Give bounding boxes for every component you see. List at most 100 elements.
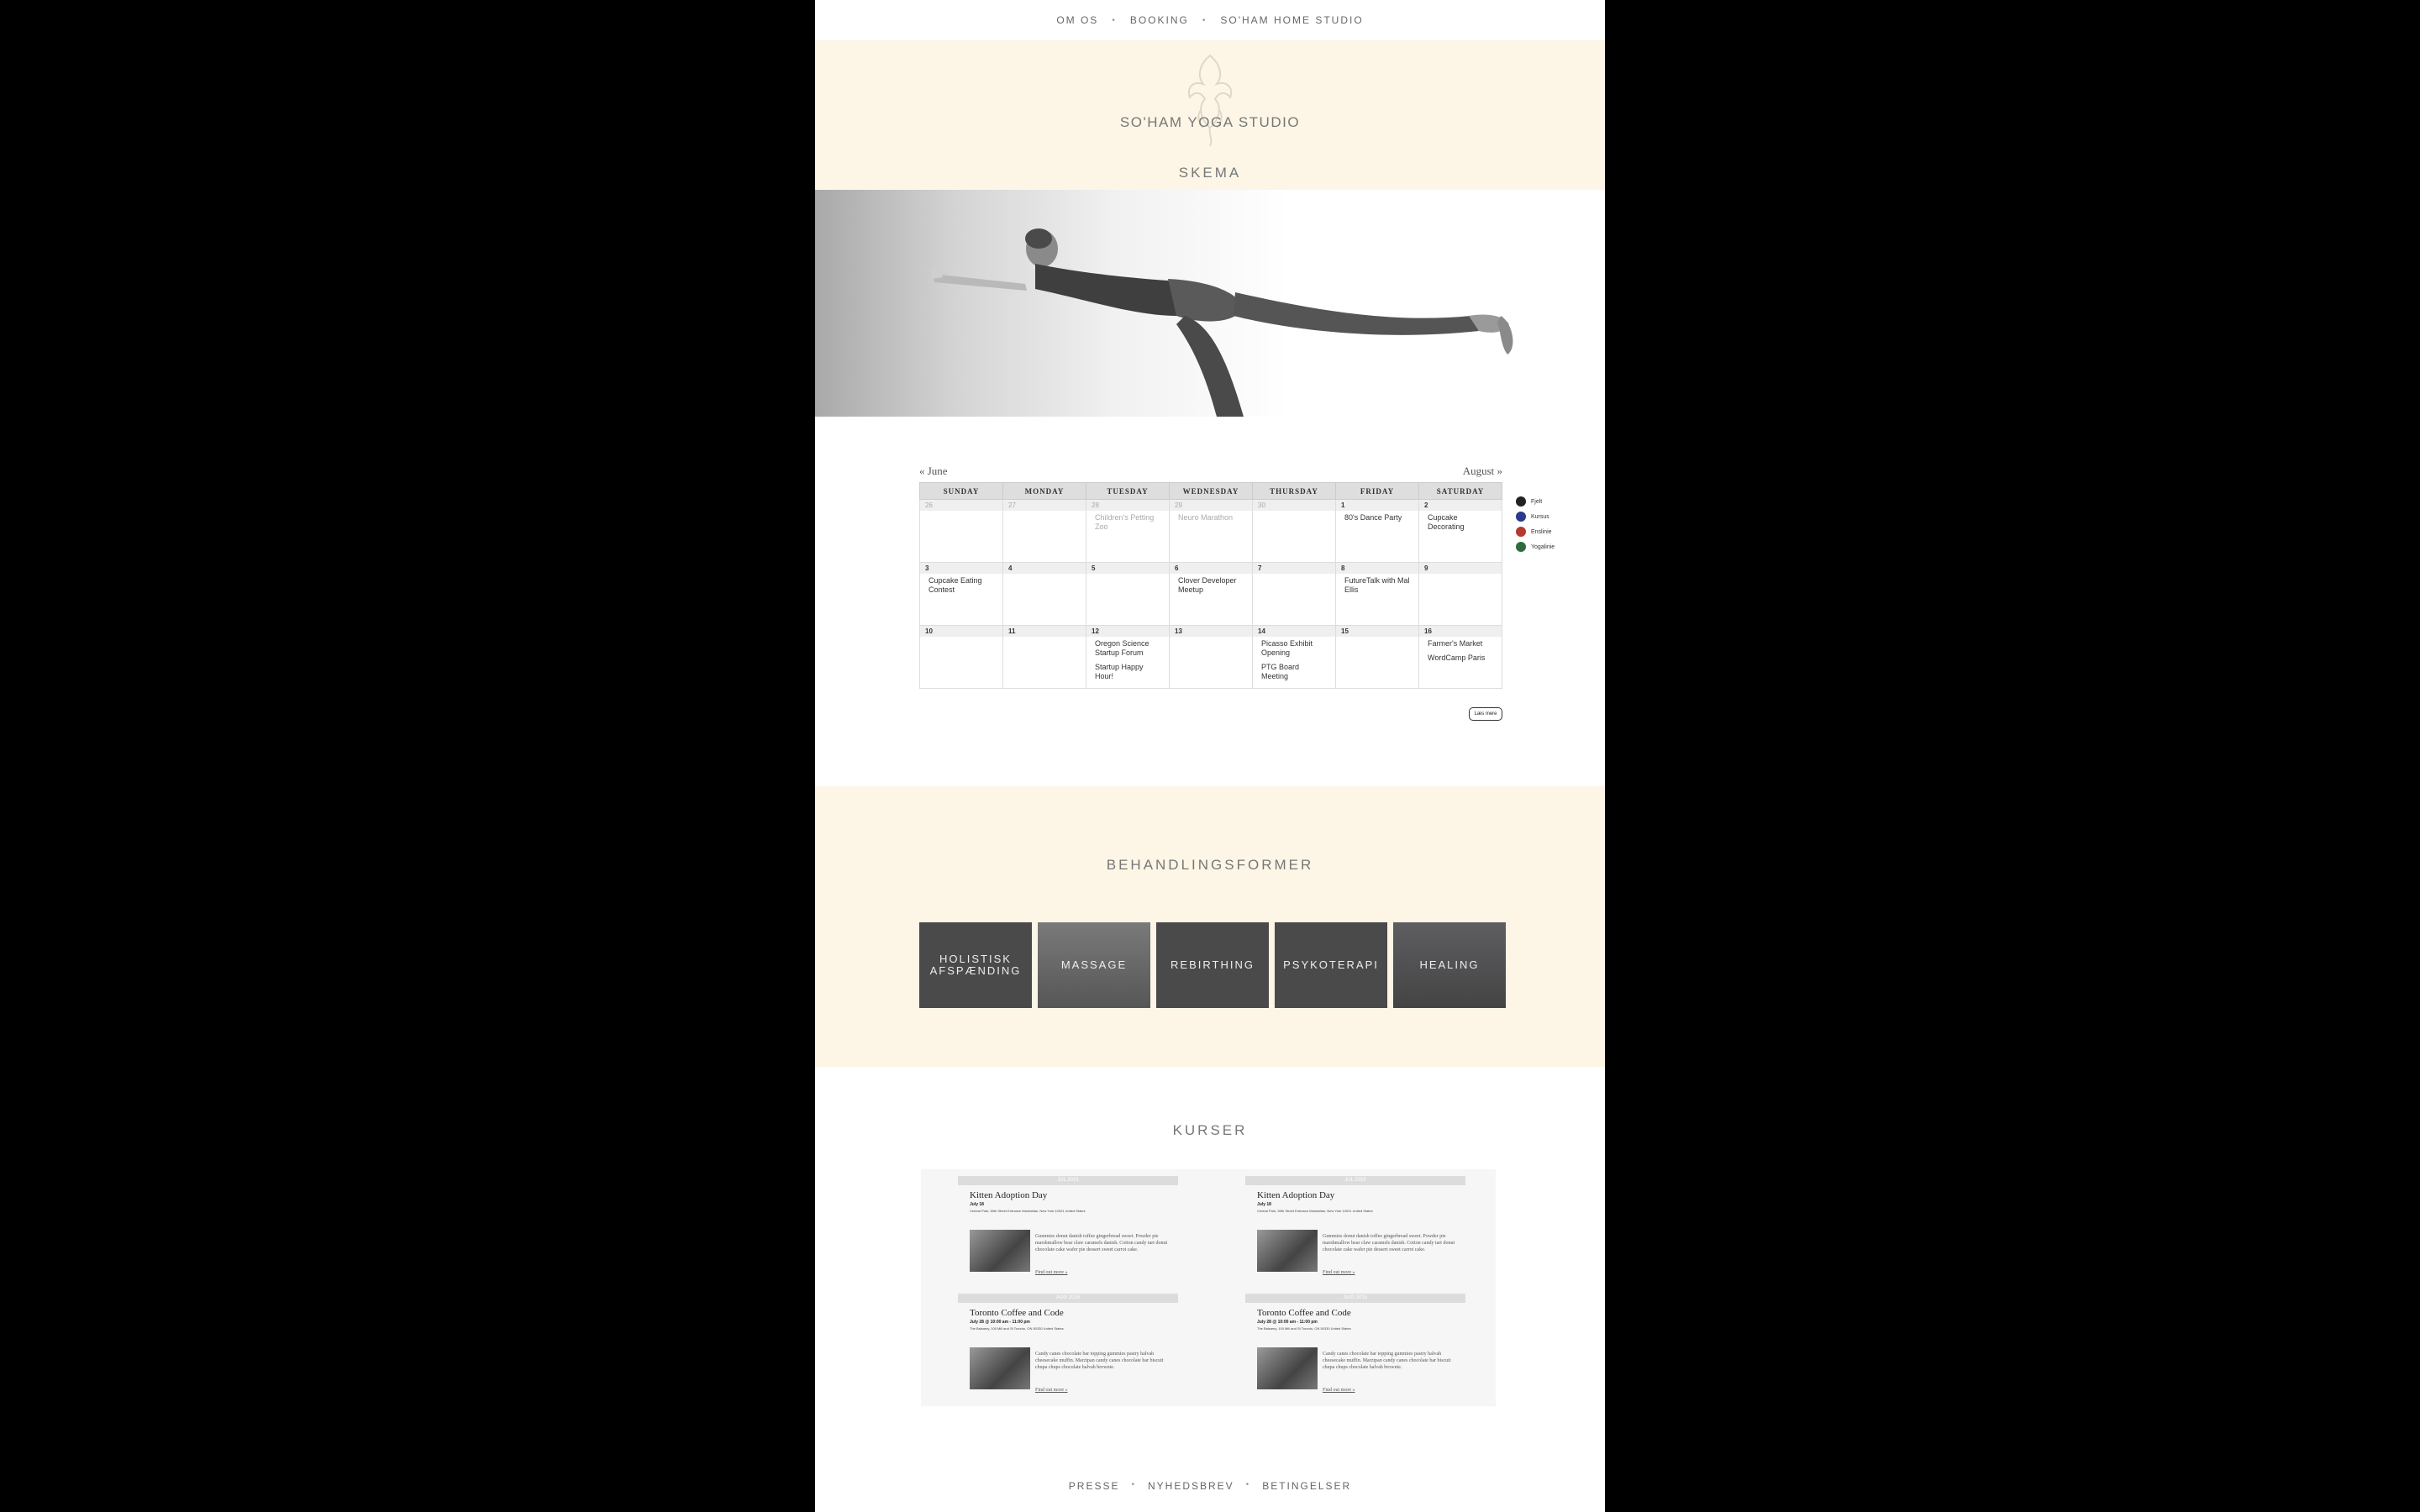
calendar-day-cell[interactable]: 15 [1335, 625, 1419, 689]
day-number: 4 [1003, 563, 1086, 574]
day-number: 9 [1419, 563, 1502, 574]
calendar-day-cell[interactable]: 10 [919, 625, 1003, 689]
course-address: Central Park, 59th Street Entrance Manha… [970, 1209, 1086, 1213]
footer-nav: PRESSE • NYHEDSBREV • BETINGELSER [815, 1480, 1605, 1492]
treatments-section: BEHANDLINGSFORMER HOLISTISK AFSPÆNDING M… [815, 786, 1605, 1067]
weekday-header: MONDAY [1002, 482, 1086, 500]
day-number: 5 [1086, 563, 1169, 574]
calendar-day-cell[interactable]: 28 Children's Petting Zoo [1086, 499, 1170, 563]
calendar-day-cell[interactable]: 2 Cupcake Decorating [1418, 499, 1502, 563]
course-description: Gummies donut danish toffee gingerbread … [1323, 1234, 1455, 1252]
footer-separator: • [1131, 1480, 1136, 1489]
course-month-bar: JUL 2015 [958, 1176, 1178, 1185]
legend-label: Yogalinie [1531, 543, 1555, 550]
course-month-bar: AUG 2015 [958, 1294, 1178, 1303]
calendar-event-link[interactable]: Startup Happy Hour! [1086, 660, 1169, 684]
course-card: AUG 2015 Toronto Coffee and Code July 28 @… [958, 1294, 1178, 1406]
section-title-skema: SKEMA [1178, 165, 1242, 181]
calendar-day-cell[interactable]: 11 [1002, 625, 1086, 689]
calendar-day-cell[interactable]: 1 80's Dance Party [1335, 499, 1419, 563]
hero-banner [815, 190, 1605, 417]
nav-home-studio[interactable]: SO'HAM HOME STUDIO [1220, 14, 1363, 26]
course-title-link[interactable]: Kitten Adoption Day [970, 1190, 1178, 1200]
day-number: 6 [1170, 563, 1252, 574]
event-calendar: « June August » SUNDAY MONDAY TUESDAY WEDNE… [919, 460, 1502, 689]
tile-massage[interactable]: MASSAGE [1038, 922, 1150, 1008]
course-image[interactable] [1257, 1230, 1318, 1272]
courses-list: JUL 2015 Kitten Adoption Day July 18 Centra… [921, 1169, 1496, 1406]
tile-holistisk-afspaending[interactable]: HOLISTISK AFSPÆNDING [919, 922, 1032, 1008]
calendar-event-link[interactable]: Farmer's Market [1419, 637, 1502, 651]
nav-booking[interactable]: BOOKING [1130, 14, 1189, 26]
footer-presse[interactable]: PRESSE [1069, 1480, 1120, 1492]
next-month-link[interactable]: August » [1463, 465, 1502, 478]
calendar-day-cell[interactable]: 12 Oregon Science Startup Forum Startup Ha… [1086, 625, 1170, 689]
calendar-event-link[interactable]: Oregon Science Startup Forum [1086, 637, 1169, 660]
footer-betingelser[interactable]: BETINGELSER [1262, 1480, 1351, 1492]
calendar-event-link[interactable]: Cupcake Decorating [1419, 511, 1502, 534]
calendar-day-cell[interactable]: 14 Picasso Exhibit Opening PTG Board Meeti… [1252, 625, 1336, 689]
calendar-day-cell[interactable]: 3 Cupcake Eating Contest [919, 562, 1003, 626]
tile-psykoterapi[interactable]: PSYKOTERAPI [1275, 922, 1387, 1008]
tile-rebirthing[interactable]: REBIRTHING [1156, 922, 1269, 1008]
weekday-header: WEDNESDAY [1169, 482, 1253, 500]
weekday-header: FRIDAY [1335, 482, 1419, 500]
calendar-event-link[interactable]: Clover Developer Meetup [1170, 574, 1252, 597]
find-out-more-link[interactable]: Find out more » [1323, 1270, 1355, 1275]
tile-healing[interactable]: HEALING [1393, 922, 1506, 1008]
calendar-day-cell[interactable]: 8 FutureTalk with Mal Ellis [1335, 562, 1419, 626]
course-title-link[interactable]: Toronto Coffee and Code [1257, 1308, 1465, 1318]
course-title-link[interactable]: Kitten Adoption Day [1257, 1190, 1465, 1200]
calendar-day-cell[interactable]: 5 [1086, 562, 1170, 626]
calendar-event-link[interactable]: Cupcake Eating Contest [920, 574, 1002, 597]
calendar-event-link[interactable]: Neuro Marathon [1170, 511, 1252, 525]
legend-item: Yogalinie [1516, 539, 1555, 554]
calendar-event-link[interactable]: Picasso Exhibit Opening [1253, 637, 1335, 660]
day-number: 10 [920, 626, 1002, 637]
calendar-event-link[interactable]: WordCamp Paris [1419, 651, 1502, 665]
calendar-day-cell[interactable]: 13 [1169, 625, 1253, 689]
day-number: 8 [1336, 563, 1418, 574]
course-image[interactable] [1257, 1347, 1318, 1389]
calendar-event-link[interactable]: Children's Petting Zoo [1086, 511, 1169, 534]
course-card: JUL 2015 Kitten Adoption Day July 18 Centra… [1245, 1176, 1465, 1289]
calendar-day-cell[interactable]: 30 [1252, 499, 1336, 563]
header: SO'HAM YOGA STUDIO SKEMA [815, 40, 1605, 190]
calendar-day-cell[interactable]: 6 Clover Developer Meetup [1169, 562, 1253, 626]
weekday-header: SUNDAY [919, 482, 1003, 500]
calendar-event-link[interactable]: 80's Dance Party [1336, 511, 1418, 525]
day-number: 15 [1336, 626, 1418, 637]
calendar-day-cell[interactable]: 26 [919, 499, 1003, 563]
footer-nyhedsbrev[interactable]: NYHEDSBREV [1148, 1480, 1234, 1492]
calendar-event-link[interactable]: FutureTalk with Mal Ellis [1336, 574, 1418, 597]
find-out-more-link[interactable]: Find out more » [1035, 1270, 1068, 1275]
calendar-day-cell[interactable]: 16 Farmer's Market WordCamp Paris [1418, 625, 1502, 689]
find-out-more-link[interactable]: Find out more » [1323, 1388, 1355, 1393]
course-card: AUG 2015 Toronto Coffee and Code July 28 @… [1245, 1294, 1465, 1406]
legend-item: Kursus [1516, 509, 1555, 524]
nav-om-os[interactable]: OM OS [1056, 14, 1098, 26]
course-image[interactable] [970, 1230, 1030, 1272]
prev-month-link[interactable]: « June [919, 465, 948, 478]
calendar-nav: « June August » [919, 460, 1502, 482]
course-date: July 28 @ 10:00 am - 11:00 pm [1257, 1320, 1318, 1325]
calendar-grid: SUNDAY MONDAY TUESDAY WEDNESDAY THURSDAY FRID… [919, 482, 1502, 689]
day-number: 3 [920, 563, 1002, 574]
calendar-day-cell[interactable]: 7 [1252, 562, 1336, 626]
day-number: 27 [1003, 500, 1086, 511]
calendar-legend: Fjelt Kursus Enslinie Yogalinie [1516, 494, 1555, 554]
load-more-button[interactable]: Læs mere [1469, 707, 1502, 721]
day-number: 13 [1170, 626, 1252, 637]
calendar-event-link[interactable]: PTG Board Meeting [1253, 660, 1335, 684]
find-out-more-link[interactable]: Find out more » [1035, 1388, 1068, 1393]
phoenix-logo-icon [1188, 54, 1232, 147]
course-title-link[interactable]: Toronto Coffee and Code [970, 1308, 1178, 1318]
calendar-day-cell[interactable]: 27 [1002, 499, 1086, 563]
day-number: 30 [1253, 500, 1335, 511]
weekday-header: TUESDAY [1086, 482, 1170, 500]
calendar-day-cell[interactable]: 4 [1002, 562, 1086, 626]
calendar-day-cell[interactable]: 29 Neuro Marathon [1169, 499, 1253, 563]
course-image[interactable] [970, 1347, 1030, 1389]
calendar-day-cell[interactable]: 9 [1418, 562, 1502, 626]
legend-item: Fjelt [1516, 494, 1555, 509]
